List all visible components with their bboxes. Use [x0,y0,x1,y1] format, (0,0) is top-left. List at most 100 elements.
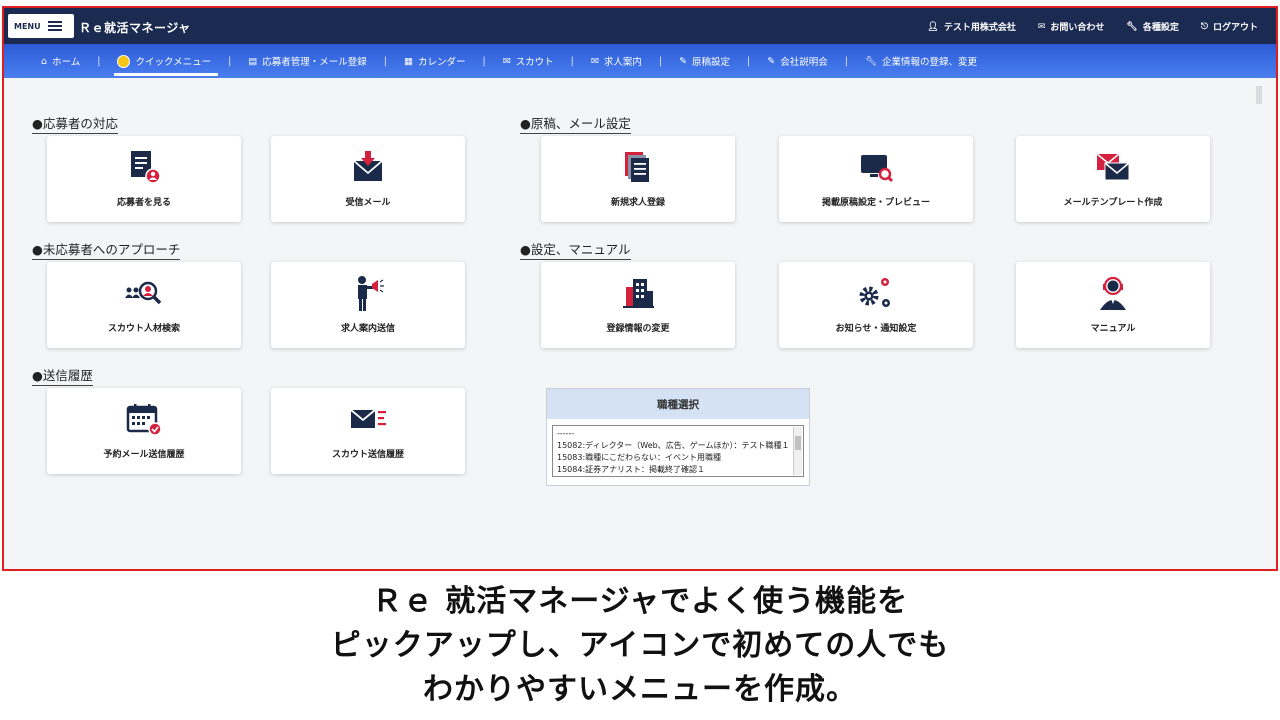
pencil-icon: ✎ [767,55,776,67]
nav-quick-menu[interactable]: クイックメニュー [108,44,220,78]
contact-link[interactable]: ✉ お問い合わせ [1037,20,1105,34]
home-icon: ⌂ [41,55,48,67]
nav-company-info[interactable]: 🔧︎ 企業情報の登録、変更 [856,44,986,78]
nav-separator: | [97,55,101,67]
listbox-scrollbar[interactable] [793,427,802,475]
user-icon: 👤︎ [927,21,939,32]
company-label: テスト用株式会社 [943,23,1016,33]
card-label: 登録情報の変更 [606,324,670,334]
nav-home[interactable]: ⌂ ホーム [32,44,89,78]
section-title-manuscript: ●原稿、メール設定 [520,113,631,134]
card-label: お知らせ・通知設定 [835,324,917,334]
people-search-icon [124,274,164,312]
nav-separator: | [383,55,387,67]
building-icon [618,274,658,312]
quick-menu-content: ●応募者の対応 応募者を見る 受信メール ●原稿、メール設定 新規求人登録 掲載… [4,78,1276,569]
mail-icon: ✉ [502,55,511,67]
nav-quick-menu-label: クイックメニュー [135,57,212,68]
card-job-send[interactable]: 求人案内送信 [271,262,465,348]
settings-link[interactable]: 🔧︎ 各種設定 [1126,20,1179,34]
list-item[interactable]: ------ [557,428,791,440]
wrench-icon: 🔧︎ [864,55,877,67]
mail-icon: ✉ [1037,21,1046,32]
card-notification-settings[interactable]: お知らせ・通知設定 [779,262,973,348]
nav-briefing[interactable]: ✎ 会社説明会 [758,44,836,78]
section-title-applicants: ●応募者の対応 [32,113,118,134]
nav-separator: | [658,55,663,67]
nav-calendar[interactable]: ▦ カレンダー [395,44,475,78]
card-inbox[interactable]: 受信メール [271,136,465,222]
menu-label: MENU [14,21,41,31]
card-label: スカウト送信履歴 [331,450,404,460]
list-icon: ▤ [248,55,258,67]
list-item[interactable]: 15082:ディレクター（Web、広告、ゲームほか）：テスト職種１ [557,440,791,452]
nav-manuscript-label: 原稿設定 [692,57,731,68]
settings-label: 各種設定 [1142,23,1179,33]
nav-separator: | [482,55,486,67]
scroll-thumb[interactable] [795,436,801,450]
card-label: 掲載原稿設定・プレビュー [821,198,930,208]
card-label: スカウト人材検索 [107,324,180,334]
card-label: 新規求人登録 [610,198,665,208]
nav-separator: | [570,55,574,67]
contact-label: お問い合わせ [1050,23,1105,33]
card-manual[interactable]: マニュアル [1016,262,1210,348]
list-item[interactable]: 15084:証券アナリスト：掲載終了確認１ [557,464,791,476]
card-mail-template[interactable]: メールテンプレート作成 [1016,136,1210,222]
list-item[interactable]: 15083:職種にこだわらない：イベント用職種 [557,452,791,464]
nav-home-label: ホーム [52,57,81,68]
card-label: 求人案内送信 [340,324,395,334]
nav-separator: | [747,55,751,67]
nav-applicants[interactable]: ▤ 応募者管理・メール登録 [239,44,376,78]
logout-label: ログアウト [1212,23,1258,33]
scrollbar[interactable] [1256,86,1262,104]
support-person-icon [1093,274,1133,312]
megaphone-person-icon [348,274,388,312]
coin-icon [117,54,131,68]
logout-icon: ⎋ [1200,21,1208,32]
nav-calendar-label: カレンダー [417,57,466,68]
card-scout-search[interactable]: スカウト人材検索 [47,262,241,348]
job-type-panel: 職種選択 ------ 15082:ディレクター（Web、広告、ゲームほか）：テ… [546,388,810,486]
calendar-check-icon [124,400,164,438]
mail-template-icon [1093,148,1133,186]
sent-mail-icon [348,400,388,438]
section-title-approach: ●未応募者へのアプローチ [32,239,181,260]
card-label: 応募者を見る [116,198,171,208]
card-new-job[interactable]: 新規求人登録 [541,136,735,222]
company-link[interactable]: 👤︎ テスト用株式会社 [927,20,1016,34]
mail-icon: ✉ [590,55,599,67]
inbox-mail-icon [348,148,388,186]
calendar-icon: ▦ [403,55,413,67]
gears-icon [856,274,896,312]
card-label: マニュアル [1090,324,1136,334]
job-type-listbox[interactable]: ------ 15082:ディレクター（Web、広告、ゲームほか）：テスト職種１… [552,425,804,477]
card-registration-change[interactable]: 登録情報の変更 [541,262,735,348]
card-label: 受信メール [345,198,391,208]
job-type-panel-title: 職種選択 [547,389,809,419]
card-label: メールテンプレート作成 [1063,198,1163,208]
section-title-history: ●送信履歴 [32,365,93,386]
top-links: 👤︎ テスト用株式会社 ✉ お問い合わせ 🔧︎ 各種設定 ⎋ ログアウト [927,20,1258,34]
hamburger-icon [47,21,62,31]
nav-manuscript[interactable]: ✎ 原稿設定 [670,44,739,78]
nav-bar: ⌂ ホーム | クイックメニュー | ▤ 応募者管理・メール登録 | ▦ カレンダー … [4,44,1276,78]
nav-scout-label: スカウト [515,57,554,68]
menu-button[interactable]: MENU [8,14,74,38]
card-manuscript-preview[interactable]: 掲載原稿設定・プレビュー [779,136,973,222]
caption-line: ピックアップし、アイコンで初めての人でも [330,628,950,663]
card-view-applicants[interactable]: 応募者を見る [47,136,241,222]
nav-separator: | [844,55,848,67]
caption: Ｒｅ 就活マネージャでよく使う機能を ピックアップし、アイコンで初めての人でも … [0,580,1280,712]
nav-scout[interactable]: ✉ スカウト [494,44,563,78]
card-scout-history[interactable]: スカウト送信履歴 [271,388,465,474]
logout-link[interactable]: ⎋ ログアウト [1200,20,1258,34]
caption-line: Ｒｅ 就活マネージャでよく使う機能を [371,584,909,619]
monitor-search-icon [856,148,896,186]
card-label: 予約メール送信履歴 [103,450,185,460]
app-title: Ｒｅ就活マネージャ [79,21,191,35]
section-title-settings: ●設定、マニュアル [520,239,631,260]
card-scheduled-mail-history[interactable]: 予約メール送信履歴 [47,388,241,474]
nav-applicants-label: 応募者管理・メール登録 [262,57,367,68]
nav-job-info[interactable]: ✉ 求人案内 [582,44,651,78]
